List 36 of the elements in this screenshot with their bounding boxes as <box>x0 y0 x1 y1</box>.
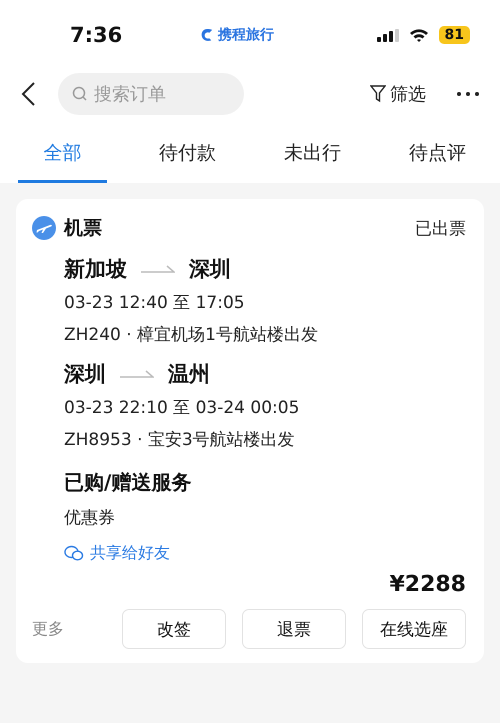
filter-button[interactable]: 筛选 <box>370 82 426 106</box>
arrival-city: 深圳 <box>189 256 231 283</box>
wifi-icon <box>408 28 429 42</box>
departure-city: 新加坡 <box>64 256 127 283</box>
flight-time: 03-23 22:10 至 03-24 00:05 <box>64 397 300 419</box>
arrival-city: 温州 <box>168 361 210 388</box>
tab[interactable]: 待付款 <box>143 130 232 183</box>
more-icon[interactable] <box>456 91 480 97</box>
tab[interactable]: 未出行 <box>268 130 357 183</box>
services-title: 已购/赠送服务 <box>63 469 192 496</box>
battery-level: 81 <box>438 26 470 44</box>
search-icon <box>72 86 88 102</box>
flight-detail: ZH240 · 樟宜机场1号航站楼出发 <box>64 324 319 346</box>
airplane-icon <box>32 216 56 240</box>
filter-icon <box>370 85 386 103</box>
departure-city: 深圳 <box>64 361 106 388</box>
share-link[interactable]: 共享给好友 <box>32 543 466 564</box>
flight-time: 03-23 12:40 至 17:05 <box>64 292 246 314</box>
signal-icon <box>376 28 399 42</box>
chat-bubbles-icon <box>64 545 84 562</box>
action-button[interactable]: 在线选座 <box>362 609 466 649</box>
order-status: 已出票 <box>415 218 466 240</box>
order-price: ¥2288 <box>388 572 466 597</box>
action-button[interactable]: 退票 <box>242 609 346 649</box>
back-icon[interactable] <box>20 81 36 107</box>
status-time: 7:36 <box>70 23 124 47</box>
tab[interactable]: 全部 <box>18 130 107 183</box>
category-label: 机票 <box>64 216 102 241</box>
action-button[interactable]: 改签 <box>122 609 226 649</box>
flight-detail: ZH8953 · 宝安3号航站楼出发 <box>64 429 296 451</box>
more-link[interactable]: 更多 <box>32 618 64 640</box>
order-card[interactable]: 机票 已出票 新加坡 深圳 03-23 12:40 至 17:05 ZH240 · 樟宜机场1号航站楼出发 深圳 温州 03-23 22:10 至 03-24 00:05 ZH8953 · 宝安3号航站楼出发 已购/赠送服务 优惠券 共享给好友 ¥2288 更多 改签 退票 在线选座 <box>16 199 484 663</box>
tab[interactable]: 待点评 <box>393 130 482 183</box>
search-field[interactable]: 搜索订单 <box>58 73 244 115</box>
app-name: 携程旅行 <box>218 26 274 44</box>
service-item: 优惠券 <box>63 507 116 529</box>
